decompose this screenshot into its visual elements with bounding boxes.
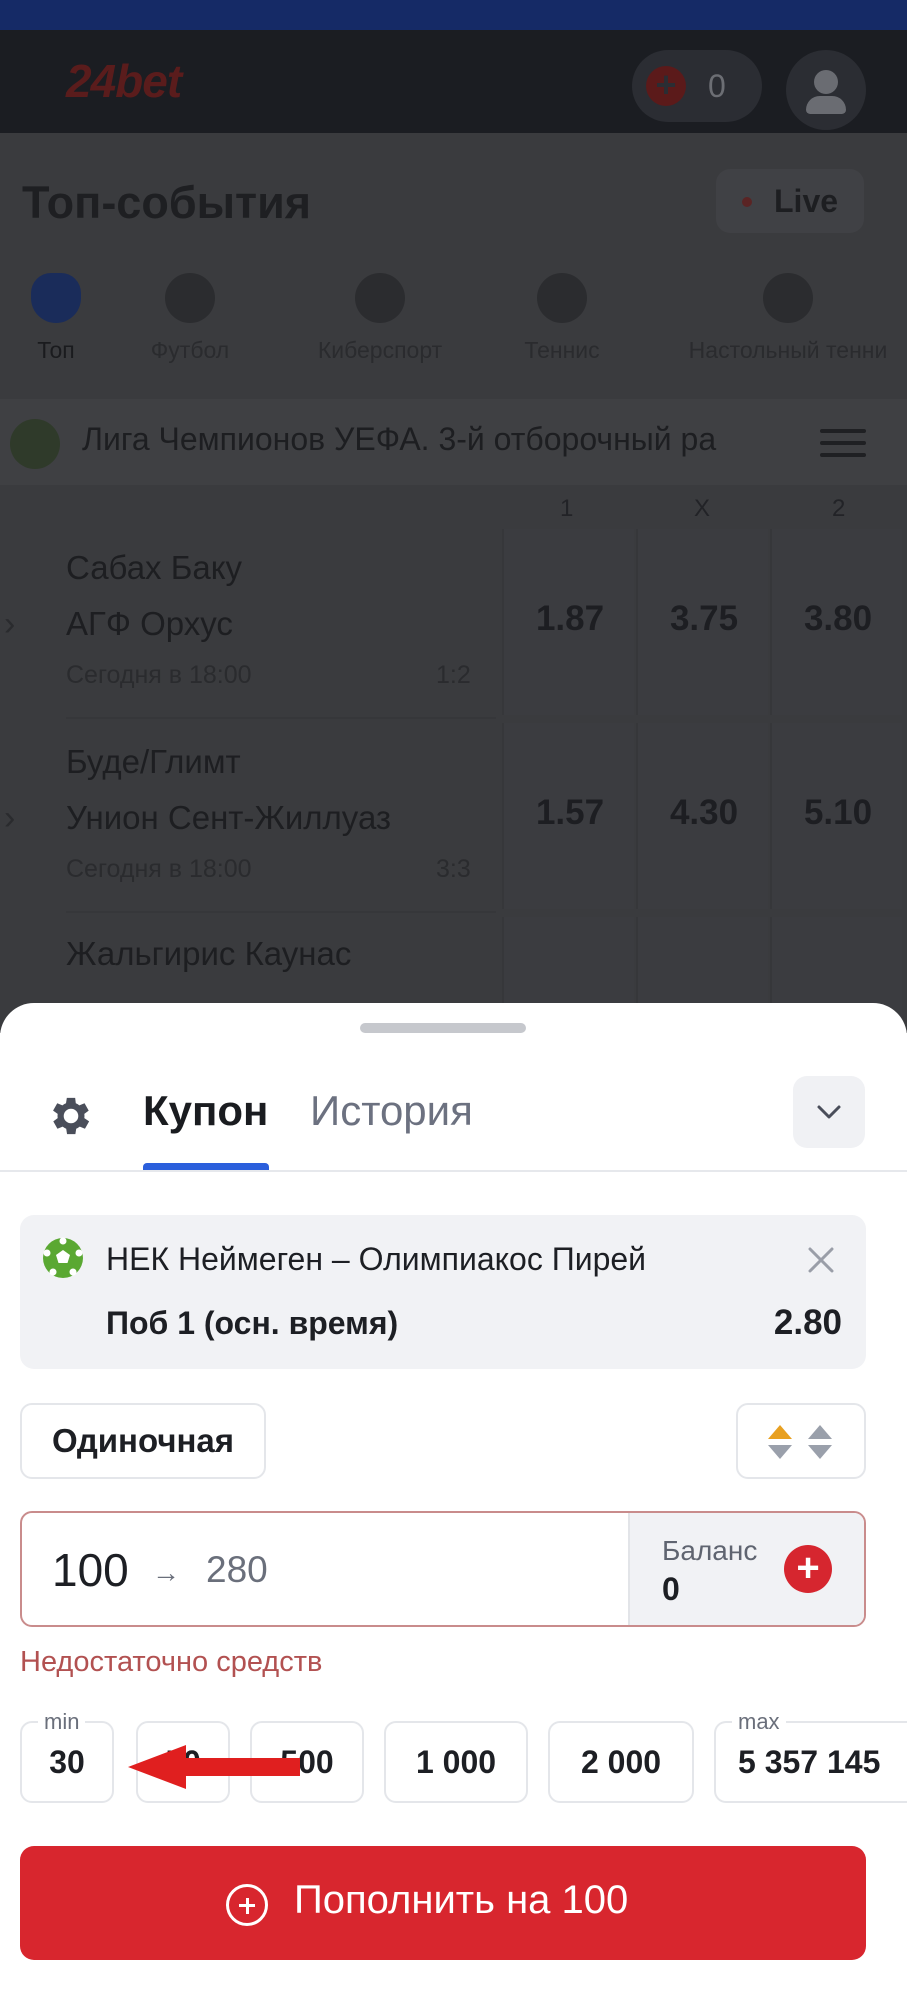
away-team: АГФ Орхус	[66, 605, 233, 642]
odds-column-2: 2	[832, 495, 846, 522]
bet-odd: 2.80	[773, 1303, 842, 1342]
fire-icon	[31, 273, 81, 323]
potential-win: 280	[206, 1549, 268, 1590]
home-team: Жальгирис Каунас	[66, 935, 352, 972]
active-tab-indicator	[143, 1163, 269, 1170]
collapse-button[interactable]	[793, 1076, 865, 1148]
odds-change-button[interactable]	[736, 1403, 866, 1479]
balance-area: Баланс 0 +	[628, 1513, 864, 1625]
tennis-icon	[537, 273, 587, 323]
odds-column-x: X	[694, 495, 711, 522]
bet-match: НЕК Неймеген – Олимпиакос Пирей	[106, 1241, 647, 1277]
odd-button-2[interactable]: 3.80	[770, 529, 902, 715]
table-tennis-icon	[763, 273, 813, 323]
user-icon	[814, 70, 838, 94]
arrow-right-icon: →	[152, 1557, 180, 1588]
profile-button[interactable]	[786, 50, 866, 130]
event-time: Сегодня в 18:00	[66, 661, 252, 689]
annotation-arrow-icon	[128, 1745, 300, 1789]
league-header[interactable]: Лига Чемпионов УЕФА. 3-й отборочный ра	[0, 399, 907, 485]
topup-button[interactable]: Пополнить на 100	[20, 1846, 866, 1960]
divider	[66, 717, 496, 719]
wallet-count: 0	[708, 68, 726, 104]
football-icon	[43, 1237, 83, 1278]
football-icon	[10, 419, 60, 469]
chevron-down-icon	[817, 1105, 841, 1119]
page-title: Топ-события	[22, 177, 312, 228]
balance-label: Баланс	[662, 1535, 758, 1566]
sport-tab-esports[interactable]: Киберспорт	[300, 273, 460, 364]
bet-market: Поб 1 (осн. время)	[106, 1305, 399, 1341]
bet-type-button[interactable]: Одиночная	[20, 1403, 266, 1479]
odd-button-1[interactable]: 1.57	[502, 723, 634, 909]
sport-tab-table-tennis[interactable]: Настольный тенни	[668, 273, 907, 364]
chevron-right-icon: ›	[4, 799, 16, 837]
event-row[interactable]: › Сабах Баку АГФ Орхус Сегодня в 18:00 1…	[0, 529, 907, 721]
max-label: max	[732, 1709, 786, 1735]
home-team: Буде/Глимт	[66, 743, 241, 780]
live-dot-icon	[742, 197, 752, 207]
deposit-plus-button[interactable]: +	[784, 1545, 832, 1593]
plus-icon: +	[646, 66, 686, 106]
league-name: Лига Чемпионов УЕФА. 3-й отборочный ра	[82, 421, 717, 457]
balance-value: 0	[662, 1571, 680, 1607]
app-header: 24bet + 0	[0, 30, 907, 133]
sport-tab-football[interactable]: Футбол	[140, 273, 240, 364]
live-button[interactable]: Live	[716, 169, 864, 233]
sheet-grabber[interactable]	[360, 1023, 526, 1033]
coupon-sheet: Купон История НЕК Неймеген – Олимпиакос …	[0, 1003, 907, 1999]
divider	[66, 911, 496, 913]
away-team: Унион Сент-Жиллуаз	[66, 799, 392, 836]
stake-field[interactable]: 100 → 280 Баланс 0 +	[20, 1511, 866, 1627]
close-icon[interactable]	[802, 1241, 840, 1279]
sport-tab-tennis[interactable]: Теннис	[516, 273, 608, 364]
odd-button-1[interactable]: 1.87	[502, 529, 634, 715]
event-time: Сегодня в 18:00	[66, 855, 252, 883]
main-content: Топ-события Live Топ Футбол Киберспорт Т…	[0, 133, 907, 1033]
wallet-button[interactable]: + 0	[632, 50, 762, 122]
divider	[0, 1170, 907, 1172]
tab-history[interactable]: История	[310, 1087, 473, 1135]
stake-value[interactable]: 100	[52, 1543, 129, 1597]
filter-icon[interactable]	[820, 421, 866, 465]
error-message: Недостаточно средств	[20, 1646, 323, 1678]
plus-circle-icon	[226, 1884, 268, 1926]
event-score: 1:2	[436, 661, 471, 689]
logo[interactable]: 24bet	[66, 54, 182, 108]
event-row[interactable]: › Буде/Глимт Унион Сент-Жиллуаз Сегодня …	[0, 723, 907, 915]
bet-card: НЕК Неймеген – Олимпиакос Пирей Поб 1 (о…	[20, 1215, 866, 1369]
odd-button-2[interactable]: 5.10	[770, 723, 902, 909]
football-icon	[165, 273, 215, 323]
min-label: min	[38, 1709, 86, 1735]
quick-amount-button[interactable]: 1 000	[384, 1721, 528, 1803]
odd-button-x[interactable]: 4.30	[636, 723, 768, 909]
sport-tab-top[interactable]: Топ	[22, 273, 90, 364]
sort-arrows-icon	[768, 1425, 832, 1459]
event-score: 3:3	[436, 855, 471, 883]
quick-amount-button[interactable]: 2 000	[548, 1721, 694, 1803]
chevron-right-icon: ›	[4, 605, 16, 643]
odds-column-1: 1	[560, 495, 574, 522]
status-strip	[0, 0, 907, 30]
tab-coupon[interactable]: Купон	[143, 1087, 268, 1135]
sports-nav: Топ Футбол Киберспорт Теннис Настольный …	[0, 273, 907, 383]
gamepad-icon	[355, 273, 405, 323]
odd-button-x[interactable]: 3.75	[636, 529, 768, 715]
gear-icon[interactable]	[46, 1091, 96, 1141]
home-team: Сабах Баку	[66, 549, 243, 586]
